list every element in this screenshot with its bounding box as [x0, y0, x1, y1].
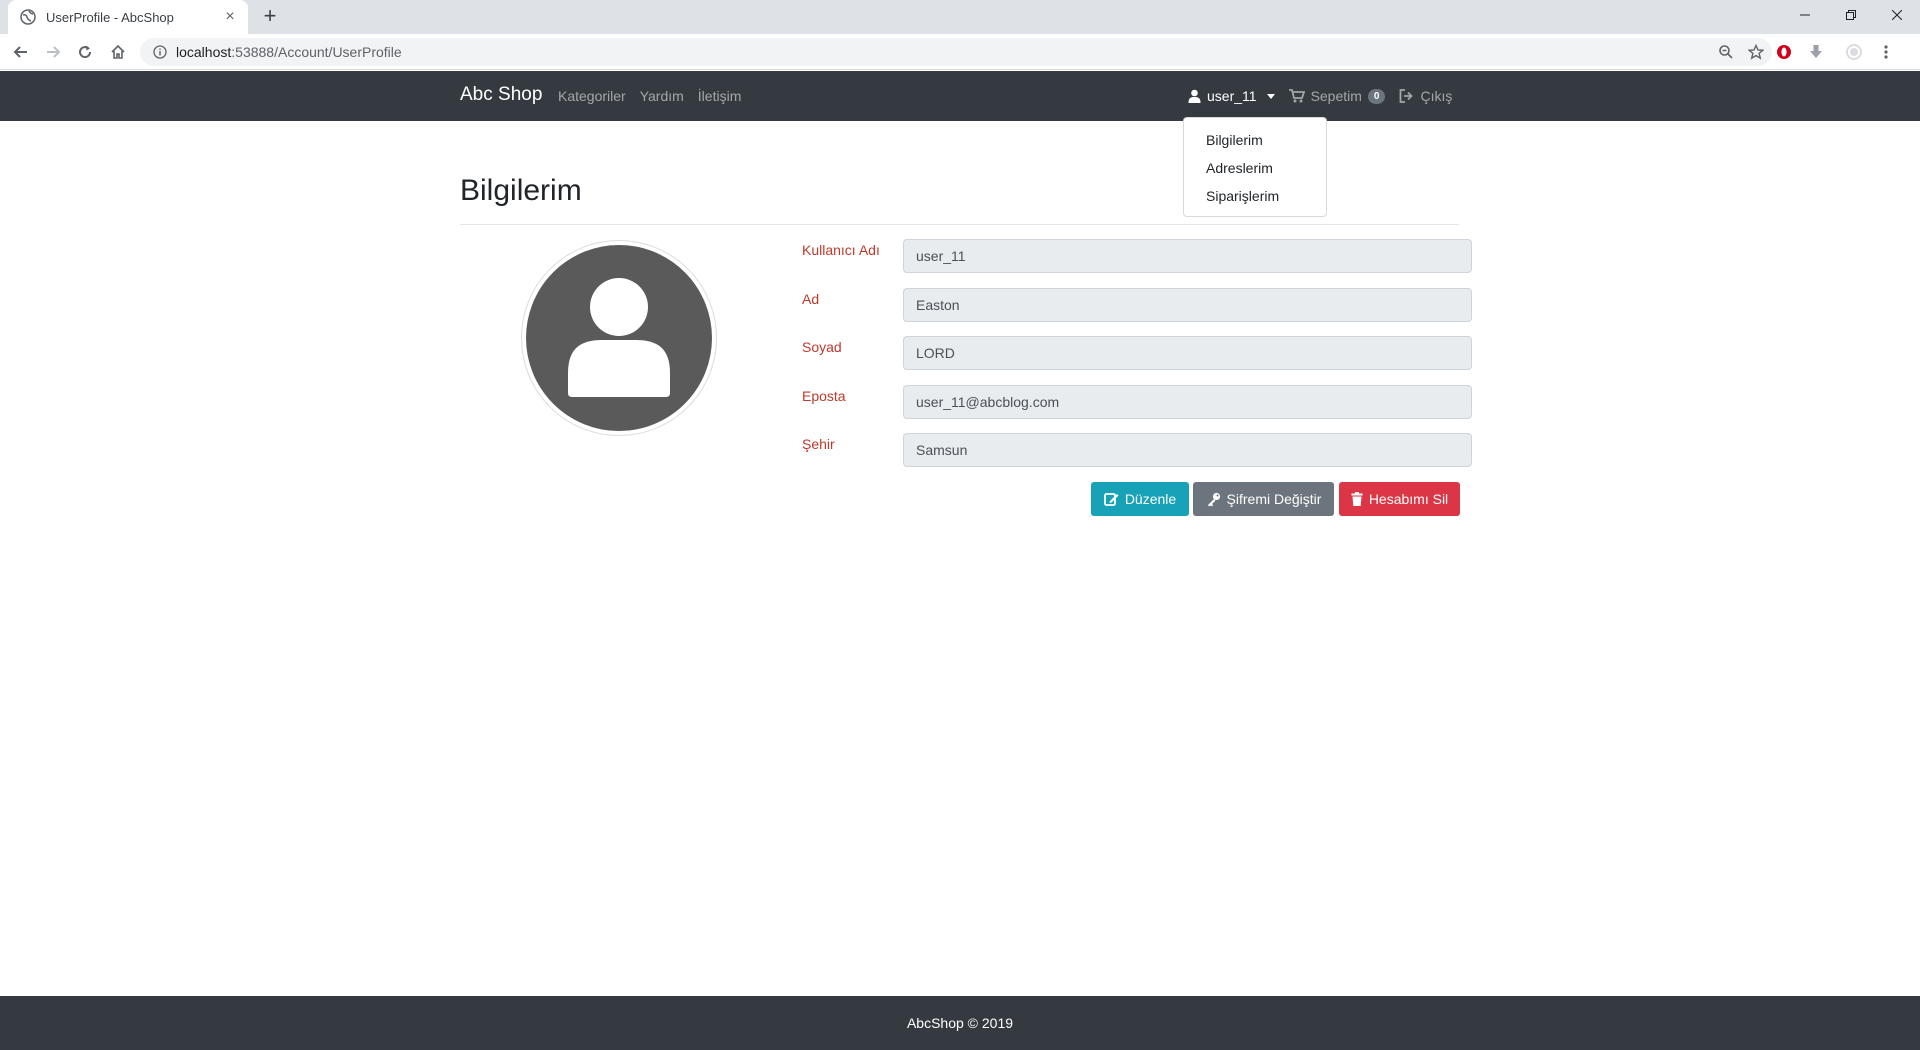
opera-extension-icon[interactable]: [1772, 40, 1796, 64]
cart-label: Sepetim: [1310, 88, 1362, 104]
dropdown-item-bilgilerim[interactable]: Bilgilerim: [1184, 126, 1326, 154]
logout-label: Çıkış: [1420, 88, 1453, 104]
label-email: Eposta: [802, 388, 846, 404]
page-title: Bilgilerim: [460, 174, 582, 207]
edit-button-label: Düzenle: [1124, 491, 1177, 507]
url-host: localhost: [176, 44, 232, 60]
tab-title: UserProfile - AbcShop: [46, 9, 174, 25]
cart-link[interactable]: Sepetim 0: [1288, 88, 1386, 104]
email-field[interactable]: user_11@abcblog.com: [903, 385, 1472, 419]
info-icon[interactable]: [152, 44, 168, 60]
edit-icon: [1103, 493, 1119, 506]
nav-links: Kategoriler Yardım İletişim: [558, 88, 741, 104]
edit-button[interactable]: Düzenle: [1091, 482, 1189, 516]
delete-account-label: Hesabımı Sil: [1368, 491, 1449, 507]
key-icon: [1207, 492, 1220, 506]
globe-icon: [20, 9, 36, 25]
menu-kebab-icon[interactable]: [1874, 40, 1898, 64]
nav-link-kategoriler[interactable]: Kategoriler: [558, 88, 626, 104]
title-divider: [460, 224, 1459, 225]
brand-link[interactable]: Abc Shop: [460, 84, 542, 106]
browser-tab[interactable]: UserProfile - AbcShop ×: [8, 0, 248, 34]
home-icon[interactable]: [106, 40, 130, 64]
window-controls: [1782, 0, 1920, 30]
label-last-name: Soyad: [802, 339, 842, 355]
avatar: [522, 241, 716, 435]
username-field[interactable]: user_11: [903, 239, 1472, 273]
back-icon[interactable]: [9, 40, 33, 64]
tab-close-icon[interactable]: ×: [222, 9, 238, 25]
cart-count-badge: 0: [1367, 88, 1386, 104]
footer-text: AbcShop © 2019: [906, 1015, 1014, 1031]
forward-icon[interactable]: [41, 40, 65, 64]
download-extension-icon[interactable]: [1804, 40, 1828, 64]
restore-button[interactable]: [1828, 0, 1874, 30]
nav-link-yardim[interactable]: Yardım: [640, 88, 684, 104]
user-dropdown-menu: Bilgilerim Adreslerim Siparişlerim: [1183, 117, 1327, 217]
city-field[interactable]: Samsun: [903, 433, 1472, 467]
zoom-icon[interactable]: [1718, 44, 1734, 65]
caret-down-icon: [1266, 93, 1275, 99]
reload-icon[interactable]: [73, 40, 97, 64]
label-username: Kullanıcı Adı: [802, 242, 880, 258]
bookmark-star-icon[interactable]: [1747, 43, 1765, 65]
browser-toolbar: localhost:53888/Account/UserProfile: [0, 34, 1920, 70]
label-city: Şehir: [802, 436, 835, 452]
extension-icons: [1772, 40, 1898, 64]
user-icon: [1188, 89, 1201, 103]
address-bar[interactable]: localhost:53888/Account/UserProfile: [140, 38, 1772, 66]
change-password-button[interactable]: Şifremi Değiştir: [1193, 482, 1334, 516]
omnibox-actions: [1718, 43, 1765, 65]
cart-icon: [1288, 89, 1305, 103]
url-path: :53888/Account/UserProfile: [231, 44, 402, 60]
nav-right: user_11 Sepetim 0 Çıkış: [1188, 88, 1452, 104]
logout-link[interactable]: Çıkış: [1399, 88, 1452, 104]
nav-link-iletisim[interactable]: İletişim: [698, 88, 742, 104]
dropdown-item-siparislerim[interactable]: Siparişlerim: [1184, 182, 1326, 210]
username-label: user_11: [1207, 88, 1257, 104]
last-name-field[interactable]: LORD: [903, 336, 1472, 370]
dropdown-item-adreslerim[interactable]: Adreslerim: [1184, 154, 1326, 182]
first-name-field[interactable]: Easton: [903, 288, 1472, 322]
new-tab-button[interactable]: +: [258, 5, 282, 29]
user-dropdown-toggle[interactable]: user_11: [1188, 88, 1275, 104]
user-avatar-icon: [568, 278, 670, 397]
sign-out-icon: [1400, 89, 1414, 103]
site-navbar: Abc Shop Kategoriler Yardım İletişim use…: [0, 71, 1920, 121]
trash-icon: [1351, 492, 1363, 506]
change-password-label: Şifremi Değiştir: [1226, 491, 1322, 507]
label-first-name: Ad: [802, 291, 820, 307]
profile-avatar-icon[interactable]: [1842, 40, 1866, 64]
delete-account-button[interactable]: Hesabımı Sil: [1339, 482, 1460, 516]
browser-tabstrip: UserProfile - AbcShop × +: [0, 0, 1920, 34]
close-window-button[interactable]: [1874, 0, 1920, 30]
url-text: localhost:53888/Account/UserProfile: [176, 44, 402, 60]
minimize-button[interactable]: [1782, 0, 1828, 30]
site-footer: AbcShop © 2019: [0, 996, 1920, 1050]
